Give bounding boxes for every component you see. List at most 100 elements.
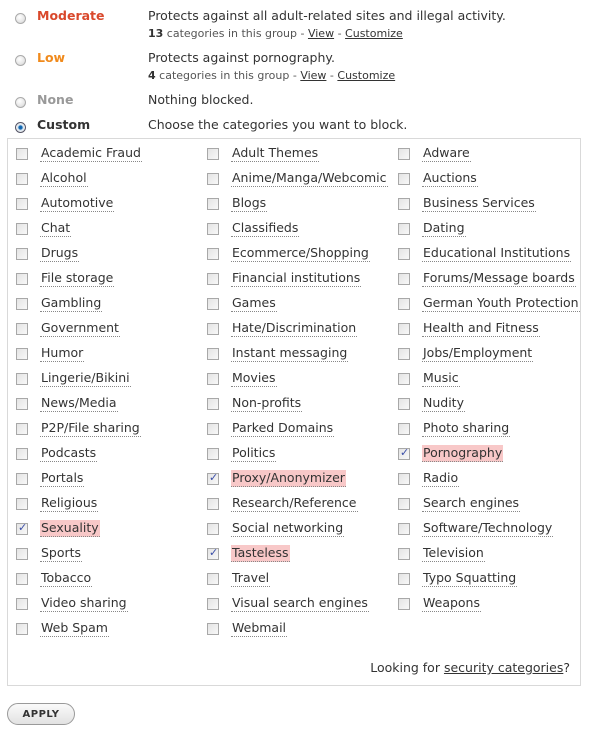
category-label[interactable]: File storage — [40, 270, 115, 287]
category-checkbox[interactable] — [398, 348, 410, 360]
category-label[interactable]: Instant messaging — [231, 345, 349, 362]
category-checkbox[interactable] — [16, 623, 28, 635]
category-item[interactable]: Classifieds — [207, 220, 392, 242]
category-checkbox[interactable] — [16, 398, 28, 410]
category-checkbox[interactable] — [398, 198, 410, 210]
category-label[interactable]: Auctions — [422, 170, 478, 187]
category-checkbox[interactable] — [16, 521, 28, 535]
category-checkbox[interactable] — [207, 523, 219, 535]
category-label[interactable]: Webmail — [231, 620, 288, 637]
category-item[interactable]: Alcohol — [16, 170, 201, 192]
category-label[interactable]: News/Media — [40, 395, 118, 412]
category-item[interactable]: Non-profits — [207, 395, 392, 417]
customize-link[interactable]: Customize — [337, 69, 395, 82]
category-label[interactable]: Business Services — [422, 195, 536, 212]
category-item[interactable]: Religious — [16, 495, 201, 517]
category-item[interactable]: Ecommerce/Shopping — [207, 245, 392, 267]
category-label[interactable]: Politics — [231, 445, 277, 462]
category-label[interactable]: Anime/Manga/Webcomic — [231, 170, 388, 187]
category-checkbox[interactable] — [16, 548, 28, 560]
category-label[interactable]: Research/Reference — [231, 495, 358, 512]
category-label[interactable]: Blogs — [231, 195, 268, 212]
category-label[interactable]: Dating — [422, 220, 466, 237]
category-checkbox[interactable] — [16, 448, 28, 460]
apply-button[interactable]: APPLY — [7, 703, 75, 725]
category-label[interactable]: Games — [231, 295, 277, 312]
category-item[interactable]: Tasteless — [207, 545, 392, 567]
category-item[interactable]: Blogs — [207, 195, 392, 217]
category-label[interactable]: Radio — [422, 470, 460, 487]
category-label[interactable]: Lingerie/Bikini — [40, 370, 131, 387]
category-item[interactable]: Educational Institutions — [398, 245, 583, 267]
category-label[interactable]: Ecommerce/Shopping — [231, 245, 370, 262]
category-label[interactable]: Movies — [231, 370, 277, 387]
category-label[interactable]: Tobacco — [40, 570, 93, 587]
category-item[interactable]: Parked Domains — [207, 420, 392, 442]
category-item[interactable]: Music — [398, 370, 583, 392]
category-checkbox[interactable] — [207, 298, 219, 310]
category-checkbox[interactable] — [207, 223, 219, 235]
category-checkbox[interactable] — [207, 423, 219, 435]
category-item[interactable]: Auctions — [398, 170, 583, 192]
category-label[interactable]: Health and Fitness — [422, 320, 540, 337]
category-item[interactable]: Hate/Discrimination — [207, 320, 392, 342]
category-item[interactable]: Typo Squatting — [398, 570, 583, 592]
category-checkbox[interactable] — [398, 498, 410, 510]
category-item[interactable]: Search engines — [398, 495, 583, 517]
category-item[interactable]: Academic Fraud — [16, 145, 201, 167]
category-checkbox[interactable] — [16, 348, 28, 360]
category-label[interactable]: Sexuality — [40, 520, 100, 537]
category-checkbox[interactable] — [207, 198, 219, 210]
category-item[interactable]: Lingerie/Bikini — [16, 370, 201, 392]
category-label[interactable]: Pornography — [422, 445, 504, 462]
category-item[interactable]: Instant messaging — [207, 345, 392, 367]
category-checkbox[interactable] — [16, 473, 28, 485]
category-item[interactable]: Drugs — [16, 245, 201, 267]
category-checkbox[interactable] — [398, 223, 410, 235]
category-item[interactable]: Pornography — [398, 445, 583, 467]
category-checkbox[interactable] — [398, 298, 410, 310]
category-item[interactable]: Government — [16, 320, 201, 342]
category-checkbox[interactable] — [398, 173, 410, 185]
category-item[interactable]: Travel — [207, 570, 392, 592]
category-label[interactable]: Religious — [40, 495, 99, 512]
category-item[interactable]: Visual search engines — [207, 595, 392, 617]
category-label[interactable]: Photo sharing — [422, 420, 511, 437]
category-label[interactable]: Tasteless — [231, 545, 290, 562]
category-item[interactable]: Television — [398, 545, 583, 567]
category-label[interactable]: Typo Squatting — [422, 570, 518, 587]
category-checkbox[interactable] — [398, 373, 410, 385]
category-item[interactable]: Gambling — [16, 295, 201, 317]
level-radio[interactable] — [15, 55, 26, 66]
category-checkbox[interactable] — [16, 173, 28, 185]
category-label[interactable]: Music — [422, 370, 460, 387]
category-checkbox[interactable] — [207, 348, 219, 360]
category-checkbox[interactable] — [207, 398, 219, 410]
category-label[interactable]: Jobs/Employment — [422, 345, 534, 362]
category-checkbox[interactable] — [207, 498, 219, 510]
category-item[interactable]: Weapons — [398, 595, 583, 617]
category-label[interactable]: Automotive — [40, 195, 115, 212]
customize-link[interactable]: Customize — [345, 27, 403, 40]
category-checkbox[interactable] — [207, 173, 219, 185]
category-label[interactable]: Financial institutions — [231, 270, 362, 287]
category-item[interactable]: Politics — [207, 445, 392, 467]
category-checkbox[interactable] — [398, 598, 410, 610]
level-radio[interactable] — [15, 13, 26, 24]
category-checkbox[interactable] — [16, 298, 28, 310]
category-label[interactable]: Drugs — [40, 245, 80, 262]
category-checkbox[interactable] — [16, 198, 28, 210]
category-checkbox[interactable] — [398, 548, 410, 560]
category-item[interactable]: Video sharing — [16, 595, 201, 617]
category-label[interactable]: Humor — [40, 345, 85, 362]
category-label[interactable]: Adware — [422, 145, 471, 162]
category-item[interactable]: File storage — [16, 270, 201, 292]
category-item[interactable]: Tobacco — [16, 570, 201, 592]
category-checkbox[interactable] — [207, 573, 219, 585]
view-link[interactable]: View — [308, 27, 334, 40]
category-checkbox[interactable] — [398, 446, 410, 460]
category-label[interactable]: Podcasts — [40, 445, 98, 462]
category-checkbox[interactable] — [16, 373, 28, 385]
category-checkbox[interactable] — [398, 573, 410, 585]
category-checkbox[interactable] — [207, 148, 219, 160]
